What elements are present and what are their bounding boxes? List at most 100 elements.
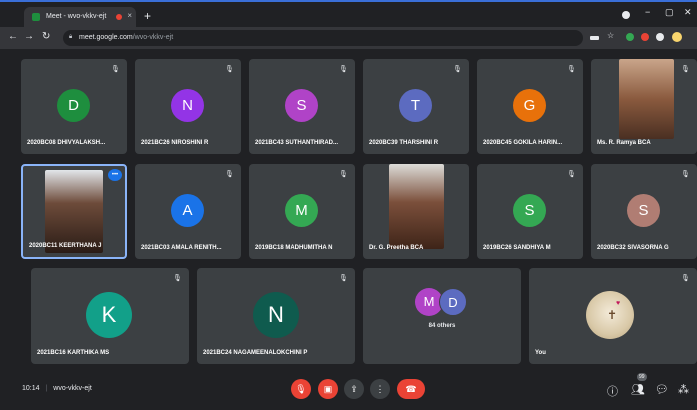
participant-name: 2020BC45 GOKILA HARIN...	[483, 140, 563, 146]
browser-toolbar: ← → ↻ 🔒︎ meet.google.com/wvo-vkkv-ejt ☆	[0, 27, 697, 49]
avatar: D	[439, 288, 467, 316]
avatar: S	[285, 89, 318, 122]
browser-tab[interactable]: Meet - wvo-vkkv-ejt ×	[24, 7, 136, 27]
avatar: K	[86, 292, 132, 338]
more-vert-icon: ⋮	[375, 384, 385, 394]
participant-video	[619, 59, 674, 139]
participant-tile[interactable]: 🎙︎ G 2020BC45 GOKILA HARIN...	[477, 59, 583, 154]
mic-toggle-button[interactable]: 🎙︎	[291, 379, 311, 399]
user-avatar-icon[interactable]	[672, 32, 682, 42]
camera-toggle-button[interactable]: ▣	[318, 379, 338, 399]
address-bar[interactable]: 🔒︎ meet.google.com/wvo-vkkv-ejt	[63, 30, 583, 46]
participant-name: 2020BC08 DHIVYALAKSH...	[27, 140, 106, 146]
avatar: S	[513, 194, 546, 227]
avatar: M	[285, 194, 318, 227]
heart-icon: ♥	[616, 300, 621, 307]
participant-tile[interactable]: 🎙︎ K 2021BC16 KARTHIKA MS	[31, 268, 189, 364]
participant-tile[interactable]: 🎙︎ N 2021BC24 NAGAMEENALOKCHINI P	[197, 268, 355, 364]
participant-name: 2019BC26 SANDHIYA M	[483, 245, 551, 251]
url-path: /wvo-vkkv-ejt	[132, 34, 174, 41]
mic-muted-icon: 🎙︎	[339, 171, 348, 178]
participant-tile-speaking[interactable]: ••• 2020BC11 KEERTHANA J	[21, 164, 127, 259]
mic-muted-icon: 🎙︎	[681, 171, 690, 178]
camera-off-icon: ▣	[323, 384, 333, 394]
more-options-button[interactable]: ⋮	[370, 379, 390, 399]
speaking-indicator-icon: •••	[108, 169, 122, 181]
profile-icon[interactable]	[622, 11, 630, 19]
present-icon: ⇪	[350, 384, 358, 394]
mic-muted-icon: 🎙︎	[225, 171, 234, 178]
back-arrow-icon[interactable]: ←	[8, 31, 18, 42]
participant-tile[interactable]: 🎙︎ Ms. R. Ramya BCA	[591, 59, 697, 154]
participant-name: 2020BC39 THARSHINI R	[369, 140, 439, 146]
avatar: N	[253, 292, 299, 338]
reload-icon[interactable]: ↻	[42, 31, 50, 42]
extension-red-icon[interactable]	[641, 33, 649, 41]
avatar: D	[57, 89, 90, 122]
participant-tile[interactable]: 🎙︎ S 2021BC43 SUTHANTHIRAD...	[249, 59, 355, 154]
others-count-label: 84 others	[428, 323, 456, 329]
people-count-badge: 99	[637, 373, 647, 381]
window-close-button[interactable]: ✕	[684, 7, 692, 18]
mic-off-icon: 🎙︎	[295, 384, 307, 394]
participant-name: 2019BC18 MADHUMITHA N	[255, 245, 333, 251]
participant-tile[interactable]: Dr. G. Preetha BCA	[363, 164, 469, 259]
avatar: A	[171, 194, 204, 227]
participant-name: 2020BC11 KEERTHANA J	[29, 243, 102, 249]
avatar: T	[399, 89, 432, 122]
activities-icon[interactable]: ⁂	[678, 383, 689, 396]
participant-tile[interactable]: 🎙︎ A 2021BC03 AMALA RENITH...	[135, 164, 241, 259]
participant-tile[interactable]: 🎙︎ N 2021BC26 NIROSHINI R	[135, 59, 241, 154]
mic-muted-icon: 🎙︎	[453, 66, 462, 73]
tab-title: Meet - wvo-vkkv-ejt	[46, 13, 107, 20]
maximize-button[interactable]: ▢	[665, 7, 674, 18]
minimize-button[interactable]: −	[645, 7, 650, 17]
mic-muted-icon: 🎙︎	[681, 66, 690, 73]
avatar: N	[171, 89, 204, 122]
participant-name: 2021BC26 NIROSHINI R	[141, 140, 209, 146]
new-tab-button[interactable]: +	[144, 9, 151, 23]
avatar: S	[627, 194, 660, 227]
mic-muted-icon: 🎙︎	[173, 275, 182, 282]
participant-tile[interactable]: 🎙︎ T 2020BC39 THARSHINI R	[363, 59, 469, 154]
mic-muted-icon: 🎙︎	[567, 66, 576, 73]
participant-tile[interactable]: 🎙︎ S 2020BC32 SIVASORNA G	[591, 164, 697, 259]
mic-muted-icon: 🎙︎	[567, 171, 576, 178]
camera-indicator-icon[interactable]	[590, 36, 599, 40]
meeting-controls-bar: 10:14 | wvo-vkkv-ejt 🎙︎ ▣ ⇪ ⋮ ☎ ⓘ 👥︎ 99 …	[0, 369, 697, 410]
participant-name: Dr. G. Preetha BCA	[369, 245, 424, 251]
extensions-puzzle-icon[interactable]	[656, 33, 664, 41]
present-button[interactable]: ⇪	[344, 379, 364, 399]
extension-green-icon[interactable]	[626, 33, 634, 41]
cross-icon: ✝	[607, 308, 618, 322]
leave-call-button[interactable]: ☎	[397, 379, 425, 399]
meeting-code: wvo-vkkv-ejt	[53, 385, 92, 392]
participant-tile[interactable]: 🎙︎ S 2019BC26 SANDHIYA M	[477, 164, 583, 259]
info-icon[interactable]: ⓘ	[607, 383, 618, 399]
participant-tile[interactable]: 🎙︎ D 2020BC08 DHIVYALAKSH...	[21, 59, 127, 154]
others-tile[interactable]: M D 84 others	[363, 268, 521, 364]
url-host: meet.google.com	[79, 34, 133, 41]
lock-icon: 🔒︎	[69, 34, 73, 40]
participant-tile[interactable]: 🎙︎ M 2019BC18 MADHUMITHA N	[249, 164, 355, 259]
tab-close-icon[interactable]: ×	[127, 11, 132, 20]
separator: |	[45, 385, 48, 392]
self-avatar-picture: ✝ ♥	[586, 291, 634, 339]
participant-name: You	[535, 350, 546, 356]
mic-muted-icon: 🎙︎	[225, 66, 234, 73]
participant-name: 2021BC43 SUTHANTHIRAD...	[255, 140, 339, 146]
participant-video	[45, 170, 103, 253]
chat-icon[interactable]: 💬︎	[655, 383, 669, 396]
participant-name: 2021BC16 KARTHIKA MS	[37, 350, 110, 356]
meeting-details: 10:14 | wvo-vkkv-ejt	[22, 385, 92, 392]
meeting-grid: 🎙︎ D 2020BC08 DHIVYALAKSH... 🎙︎ N 2021BC…	[0, 49, 697, 369]
people-icon[interactable]: 👥︎	[631, 383, 645, 396]
meet-favicon-icon	[32, 13, 40, 21]
bookmark-star-icon[interactable]: ☆	[607, 31, 615, 40]
meeting-time: 10:14	[22, 385, 40, 392]
self-tile[interactable]: 🎙︎ ✝ ♥ You	[529, 268, 697, 364]
mic-muted-icon: 🎙︎	[111, 66, 120, 73]
forward-arrow-icon[interactable]: →	[24, 31, 34, 42]
avatar: G	[513, 89, 546, 122]
mic-muted-icon: 🎙︎	[681, 275, 690, 282]
